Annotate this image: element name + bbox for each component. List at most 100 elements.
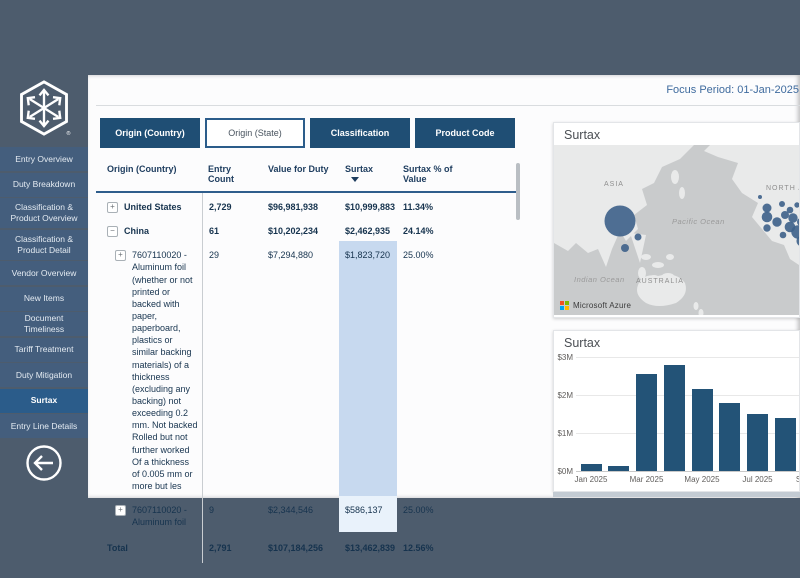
sidebar-item-label: Duty Breakdown xyxy=(13,179,75,190)
company-hexagon-logo: ® xyxy=(17,79,71,137)
cell-origin: +7607110020 - Aluminum foil xyxy=(96,496,202,532)
sidebar-item-label: Surtax xyxy=(31,395,57,406)
surtax-map-card: Surtax Microsof xyxy=(553,122,800,318)
x-axis-tick: Jan 2025 xyxy=(569,475,613,484)
registered-mark: ® xyxy=(67,130,71,137)
y-axis-tick: $1M xyxy=(554,429,573,438)
map-bubble-na[interactable] xyxy=(758,195,762,199)
surtax-matrix: Origin (Country)Entry CountValue for Dut… xyxy=(96,160,520,563)
table-body: + United States 2,729$96,981,938$10,999,88… xyxy=(96,193,520,563)
bar-jun-2025[interactable] xyxy=(719,403,740,471)
table-row-china[interactable]: −China61$10,202,234$2,462,93524.14% xyxy=(96,217,520,241)
cell-entry-count: 2,729 xyxy=(202,193,262,217)
cell-surtax: $13,462,839 xyxy=(339,532,397,562)
tab-origin-country[interactable]: Origin (Country) xyxy=(100,118,200,148)
sidebar-item-new-items[interactable]: New Items xyxy=(0,287,88,311)
bar-mar-2025[interactable] xyxy=(636,374,657,471)
x-axis-tick: May 2025 xyxy=(680,475,724,484)
sidebar-item-label: Document Timeliness xyxy=(5,313,83,334)
table-row-united-states[interactable]: + United States 2,729$96,981,938$10,999,88… xyxy=(96,193,520,217)
collapse-minus-icon[interactable]: − xyxy=(107,226,118,237)
back-button[interactable] xyxy=(25,444,63,482)
expand-plus-icon[interactable]: + xyxy=(107,202,118,213)
bar-may-2025[interactable] xyxy=(692,389,713,471)
sidebar-item-classification-product-overview[interactable]: Classification & Product Overview xyxy=(0,198,88,228)
cell-entry-count: 9 xyxy=(202,496,262,532)
map-card-title: Surtax xyxy=(554,123,799,142)
sidebar-item-document-timeliness[interactable]: Document Timeliness xyxy=(0,312,88,336)
tab-product-code[interactable]: Product Code xyxy=(415,118,515,148)
microsoft-logo-icon xyxy=(560,301,569,310)
bar-feb-2025[interactable] xyxy=(608,466,629,471)
column-header-origin-country[interactable]: Origin (Country) xyxy=(96,160,202,191)
table-scrollbar[interactable] xyxy=(516,163,520,220)
map-bubble-na[interactable] xyxy=(763,224,770,231)
map-bubble-na[interactable] xyxy=(788,213,797,222)
tab-classification[interactable]: Classification xyxy=(310,118,410,148)
row-label: United States xyxy=(124,201,182,213)
column-header-surtax-of-value[interactable]: Surtax % of Value xyxy=(397,160,470,191)
cell-origin: −China xyxy=(96,217,202,241)
sidebar-item-classification-product-detail[interactable]: Classification & Product Detail xyxy=(0,230,88,260)
sidebar-item-duty-mitigation[interactable]: Duty Mitigation xyxy=(0,363,88,387)
expand-plus-icon[interactable]: + xyxy=(115,505,126,516)
map-label-asia: ASIA xyxy=(604,181,624,188)
world-map[interactable]: Microsoft Azure ASIANORTH AMERICAPacific… xyxy=(554,145,799,315)
map-bubble-na[interactable] xyxy=(762,212,773,223)
cell-surtax-pct: 25.00% xyxy=(397,241,470,496)
gridline xyxy=(576,357,800,358)
sidebar-item-tariff-treatment[interactable]: Tariff Treatment xyxy=(0,338,88,362)
map-bubble-na[interactable] xyxy=(772,217,781,226)
map-bubble-na[interactable] xyxy=(781,211,789,219)
sidebar-item-label: Entry Overview xyxy=(15,154,73,165)
sidebar-item-surtax[interactable]: Surtax xyxy=(0,389,88,413)
map-label-north-america: NORTH AMERICA xyxy=(766,185,800,192)
view-tabs: Origin (Country)Origin (State)Classifica… xyxy=(100,118,515,148)
bar-aug-2025[interactable] xyxy=(775,418,796,471)
table-row-7607110020-aluminu[interactable]: +7607110020 - Aluminum foil (whether or … xyxy=(96,241,520,496)
map-label-australia: AUSTRALIA xyxy=(636,278,684,285)
sidebar-item-vendor-overview[interactable]: Vendor Overview xyxy=(0,261,88,285)
column-header-value-for-duty[interactable]: Value for Duty xyxy=(262,160,339,191)
table-header-row: Origin (Country)Entry CountValue for Dut… xyxy=(96,160,520,193)
cell-origin: + United States xyxy=(96,193,202,217)
column-header-entry-count[interactable]: Entry Count xyxy=(202,160,262,191)
sidebar-item-duty-breakdown[interactable]: Duty Breakdown xyxy=(0,173,88,197)
bar-jan-2025[interactable] xyxy=(581,464,602,471)
sidebar-item-entry-overview[interactable]: Entry Overview xyxy=(0,147,88,171)
bar-jul-2025[interactable] xyxy=(747,414,768,471)
sidebar-item-label: Entry Line Details xyxy=(11,421,78,432)
expand-plus-icon[interactable]: + xyxy=(115,250,126,261)
tab-origin-state[interactable]: Origin (State) xyxy=(205,118,305,148)
y-axis-tick: $3M xyxy=(554,353,573,362)
cell-value-for-duty: $7,294,880 xyxy=(262,241,339,496)
map-bubble-vietnam[interactable] xyxy=(621,244,629,252)
sidebar-item-label: Tariff Treatment xyxy=(15,344,74,355)
cell-origin: +7607110020 - Aluminum foil (whether or … xyxy=(96,241,202,496)
map-label-pacific-ocean: Pacific Ocean xyxy=(672,217,725,226)
map-bubble-taiwan[interactable] xyxy=(635,234,642,241)
row-label: 7607110020 - Aluminum foil xyxy=(132,504,198,528)
table-row-7607110020-aluminu[interactable]: +7607110020 - Aluminum foil9$2,344,546$5… xyxy=(96,496,520,532)
sidebar-item-label: Classification & Product Detail xyxy=(5,234,83,255)
row-label: Total xyxy=(107,542,128,554)
surtax-trend-card: Surtax $0M$1M$2M$3MJan 2025Mar 2025May 2… xyxy=(553,330,800,492)
table-row-total[interactable]: Total2,791$107,184,256$13,462,83912.56% xyxy=(96,532,520,562)
map-bubble-na[interactable] xyxy=(780,232,787,239)
map-bubble-na[interactable] xyxy=(763,204,772,213)
map-bubble-china[interactable] xyxy=(605,206,636,237)
cell-value-for-duty: $96,981,938 xyxy=(262,193,339,217)
sidebar-item-entry-line-details[interactable]: Entry Line Details xyxy=(0,414,88,438)
cell-surtax: $10,999,883 xyxy=(339,193,397,217)
cell-entry-count: 29 xyxy=(202,241,262,496)
column-header-surtax[interactable]: Surtax xyxy=(339,160,397,191)
cell-surtax: $586,137 xyxy=(339,496,397,532)
sidebar-item-label: Vendor Overview xyxy=(12,268,77,279)
map-bubble-na[interactable] xyxy=(779,201,785,207)
cell-value-for-duty: $10,202,234 xyxy=(262,217,339,241)
cell-surtax-pct: 25.00% xyxy=(397,496,470,532)
bar-apr-2025[interactable] xyxy=(664,365,685,471)
chart-card-bottom-scrollbar[interactable] xyxy=(553,492,800,497)
cell-entry-count: 61 xyxy=(202,217,262,241)
cell-surtax-pct: 11.34% xyxy=(397,193,470,217)
